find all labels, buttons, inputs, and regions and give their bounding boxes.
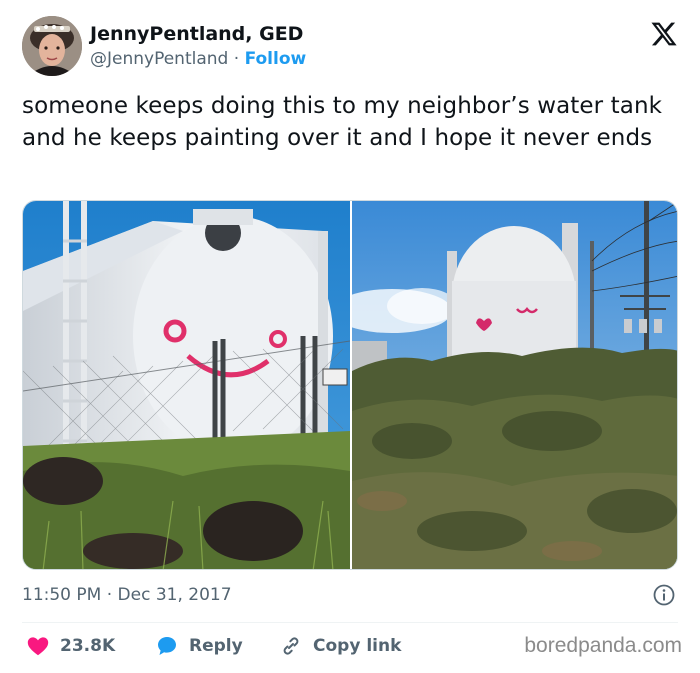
like-count: 23.8K (60, 636, 116, 656)
like-button[interactable]: 23.8K (26, 632, 115, 660)
link-icon (283, 637, 299, 655)
heart-icon (27, 637, 49, 656)
author-display-name[interactable]: JennyPentland, GED (90, 22, 306, 46)
reply-label: Reply (189, 636, 243, 656)
handle-separator: · (233, 49, 240, 69)
tweet-text: someone keeps doing this to my neighbor’… (22, 93, 663, 151)
tweet-header: JennyPentland, GED @JennyPentland · Foll… (22, 16, 682, 78)
author-handle[interactable]: @JennyPentland (90, 49, 228, 69)
reply-button[interactable]: Reply (155, 632, 243, 660)
divider (22, 622, 678, 623)
tweet-timestamp[interactable]: 11:50 PM · Dec 31, 2017 (22, 584, 232, 606)
info-icon[interactable] (652, 583, 676, 607)
tweet-media[interactable] (22, 200, 678, 570)
tweet-actions: 23.8K Reply Copy link boredpanda.com (22, 632, 682, 662)
copy-link-label: Copy link (313, 636, 402, 656)
x-logo-icon[interactable] (650, 20, 678, 48)
site-watermark: boredpanda.com (524, 634, 682, 657)
avatar[interactable] (22, 16, 82, 76)
reply-bubble-icon (158, 637, 176, 655)
author-handle-row: @JennyPentland · Follow (90, 47, 306, 71)
follow-button[interactable]: Follow (245, 49, 307, 69)
copy-link-button[interactable]: Copy link (279, 632, 401, 660)
tweet-photo-left[interactable] (23, 201, 350, 569)
tweet-photo-right[interactable] (352, 201, 677, 569)
